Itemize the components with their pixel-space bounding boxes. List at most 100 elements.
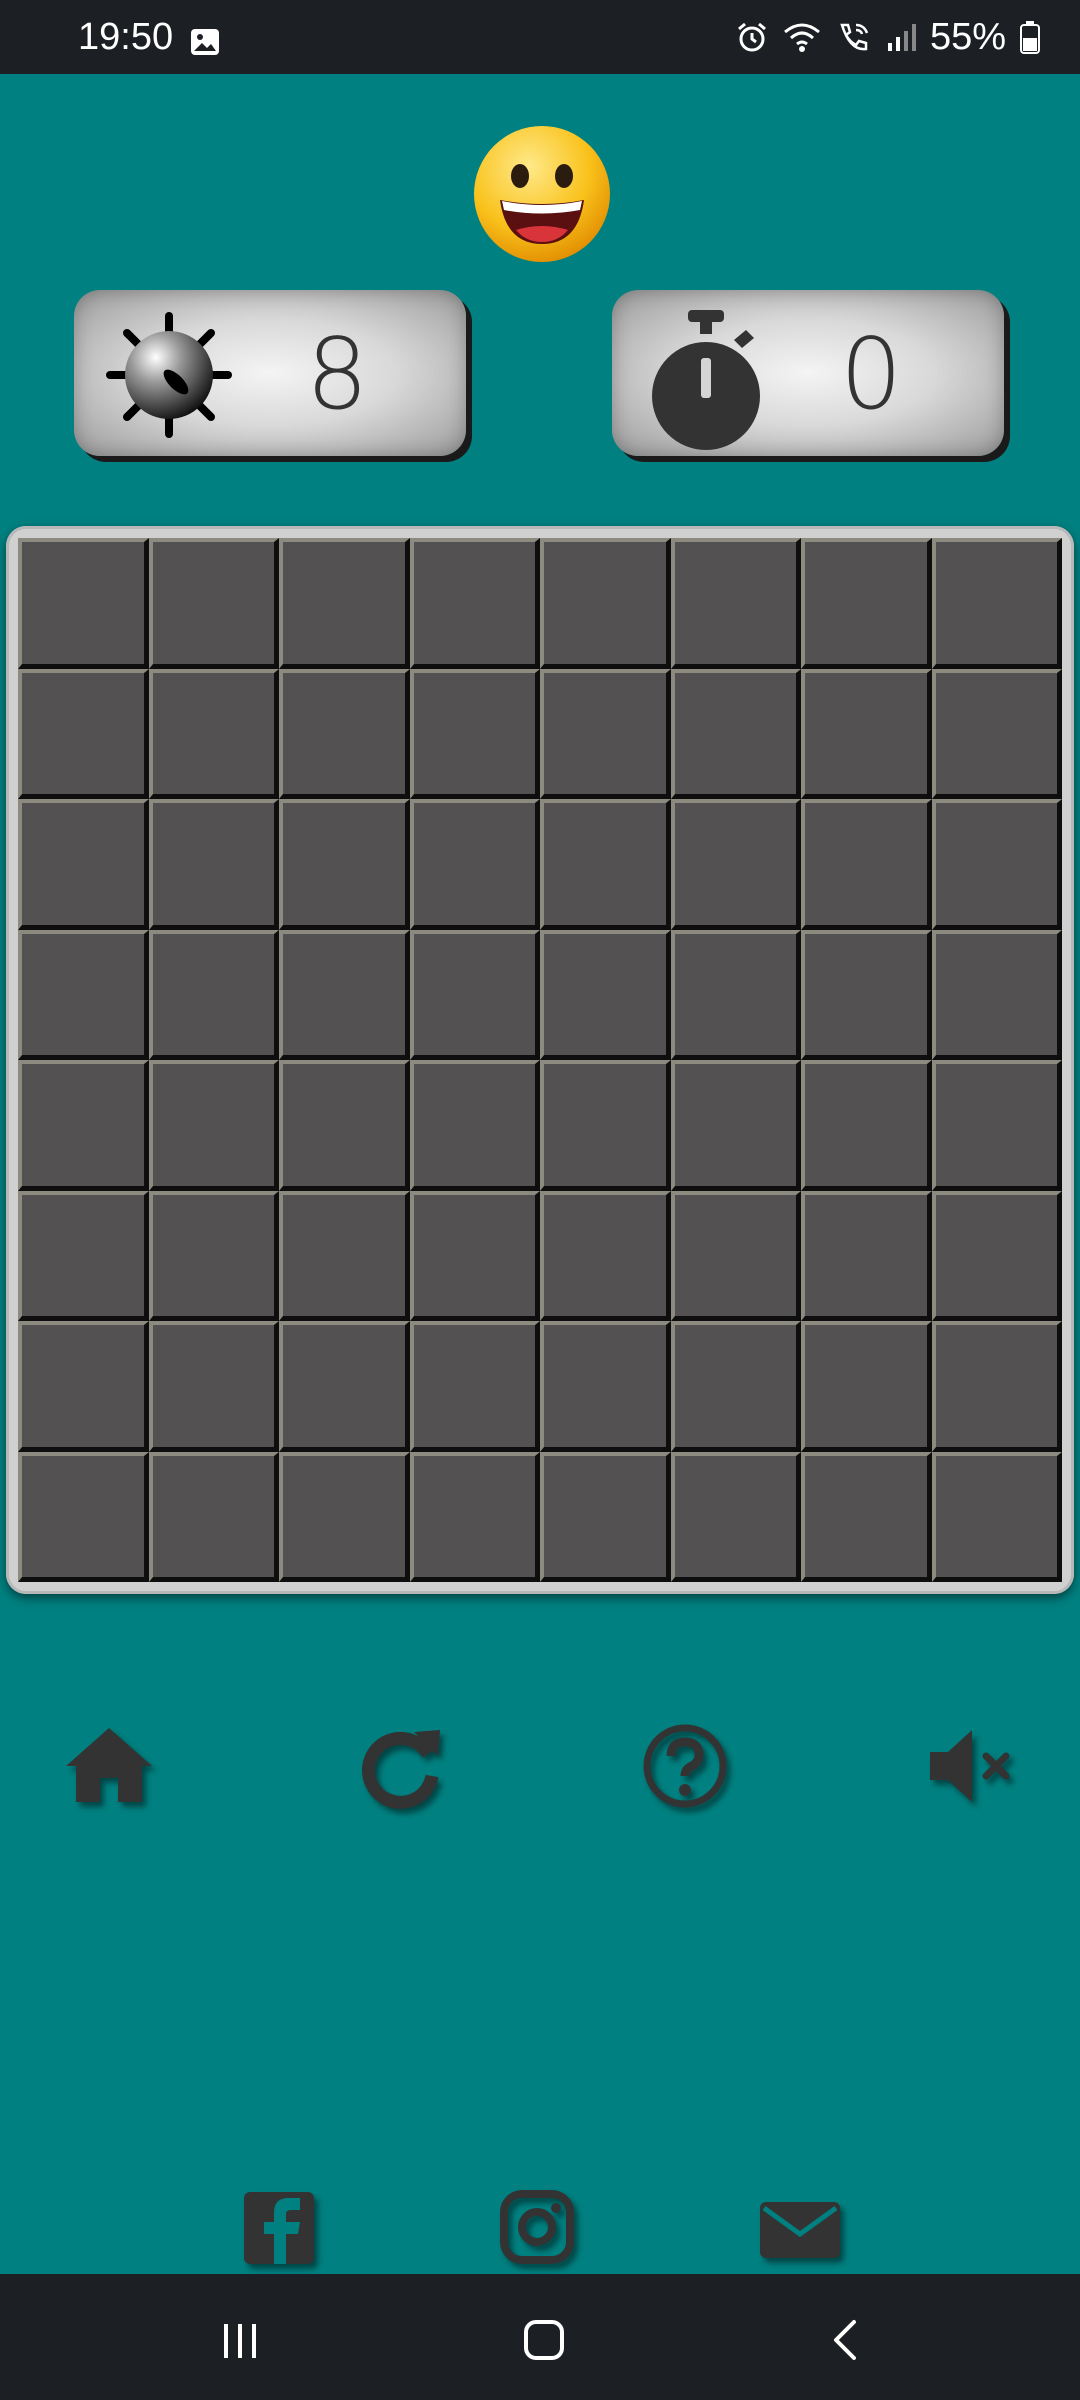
- minefield-cell[interactable]: [409, 1190, 540, 1321]
- mine-counter: 8: [74, 290, 466, 456]
- minefield-cell[interactable]: [670, 1451, 801, 1582]
- minefield-cell[interactable]: [540, 1451, 671, 1582]
- mine-count: 8: [306, 318, 371, 432]
- minefield-cell[interactable]: [931, 1321, 1062, 1452]
- minefield-grid: [18, 538, 1062, 1582]
- minefield-cell[interactable]: [931, 799, 1062, 930]
- minefield-cell[interactable]: [279, 1451, 410, 1582]
- sound-muted-icon: [930, 1730, 1010, 1802]
- minefield-cell[interactable]: [18, 1321, 149, 1452]
- status-bar: 19:50 55%: [0, 0, 1080, 74]
- instagram-icon: [500, 2190, 574, 2264]
- wifi-calling-icon: [840, 23, 869, 51]
- minefield-cell[interactable]: [540, 799, 671, 930]
- alarm-icon: [737, 22, 766, 52]
- recent-apps-icon[interactable]: [210, 2310, 270, 2370]
- minefield-cell[interactable]: [279, 1060, 410, 1191]
- minefield-cell[interactable]: [540, 1321, 671, 1452]
- control-bar: [0, 1710, 1080, 1820]
- minefield-cell[interactable]: [670, 1060, 801, 1191]
- minefield-cell[interactable]: [148, 538, 279, 669]
- minefield-cell[interactable]: [148, 1190, 279, 1321]
- minefield-cell[interactable]: [931, 668, 1062, 799]
- minefield-cell[interactable]: [409, 668, 540, 799]
- minefield-cell[interactable]: [540, 929, 671, 1060]
- help-icon: [643, 1724, 727, 1808]
- help-button[interactable]: [630, 1710, 740, 1820]
- email-icon: [760, 2202, 840, 2258]
- minefield-cell[interactable]: [540, 1190, 671, 1321]
- minefield-cell[interactable]: [279, 1190, 410, 1321]
- minefield-cell[interactable]: [18, 929, 149, 1060]
- minefield-cell[interactable]: [279, 668, 410, 799]
- minefield-cell[interactable]: [801, 1190, 932, 1321]
- minefield-cell[interactable]: [931, 1060, 1062, 1191]
- battery-icon: [1020, 21, 1040, 54]
- minefield-cell[interactable]: [18, 1060, 149, 1191]
- minefield-cell[interactable]: [801, 668, 932, 799]
- sound-toggle-button[interactable]: [920, 1710, 1030, 1820]
- facebook-button[interactable]: [238, 2188, 322, 2272]
- minefield-cell[interactable]: [148, 668, 279, 799]
- minefield-cell[interactable]: [540, 1060, 671, 1191]
- status-icons: 55%: [736, 12, 1040, 62]
- minefield-cell[interactable]: [409, 929, 540, 1060]
- gallery-icon: [191, 29, 219, 55]
- minefield-cell[interactable]: [931, 929, 1062, 1060]
- minefield-cell[interactable]: [801, 1451, 932, 1582]
- timer-display: 0: [612, 290, 1004, 456]
- minefield-cell[interactable]: [279, 799, 410, 930]
- minefield-cell[interactable]: [409, 538, 540, 669]
- minefield-cell[interactable]: [801, 538, 932, 669]
- minefield-cell[interactable]: [409, 799, 540, 930]
- smiley-face-button[interactable]: [470, 122, 614, 266]
- home-nav-icon[interactable]: [514, 2310, 574, 2370]
- minefield-cell[interactable]: [540, 538, 671, 669]
- minefield-board: [6, 526, 1074, 1594]
- minefield-cell[interactable]: [931, 538, 1062, 669]
- minefield-cell[interactable]: [670, 1321, 801, 1452]
- minefield-cell[interactable]: [148, 1451, 279, 1582]
- minefield-cell[interactable]: [148, 929, 279, 1060]
- minefield-cell[interactable]: [540, 668, 671, 799]
- minefield-cell[interactable]: [148, 1321, 279, 1452]
- minefield-cell[interactable]: [670, 929, 801, 1060]
- minefield-cell[interactable]: [18, 538, 149, 669]
- mine-icon: [106, 312, 232, 438]
- minefield-cell[interactable]: [409, 1321, 540, 1452]
- minefield-cell[interactable]: [670, 799, 801, 930]
- minefield-cell[interactable]: [670, 1190, 801, 1321]
- minefield-cell[interactable]: [18, 668, 149, 799]
- status-time: 19:50: [78, 16, 174, 58]
- minefield-cell[interactable]: [279, 538, 410, 669]
- minefield-cell[interactable]: [279, 1321, 410, 1452]
- back-icon[interactable]: [816, 2310, 876, 2370]
- system-nav-bar: [0, 2274, 1080, 2400]
- minefield-cell[interactable]: [670, 538, 801, 669]
- minefield-cell[interactable]: [801, 799, 932, 930]
- home-button[interactable]: [54, 1710, 164, 1820]
- minefield-cell[interactable]: [409, 1060, 540, 1191]
- minefield-cell[interactable]: [18, 799, 149, 930]
- wifi-icon: [783, 23, 820, 52]
- battery-percent: 55%: [929, 15, 1006, 58]
- minefield-cell[interactable]: [279, 929, 410, 1060]
- instagram-button[interactable]: [496, 2188, 580, 2272]
- restart-button[interactable]: [346, 1710, 456, 1820]
- minefield-cell[interactable]: [801, 1060, 932, 1191]
- minefield-cell[interactable]: [148, 799, 279, 930]
- restart-icon: [362, 1730, 440, 1809]
- minefield-cell[interactable]: [18, 1451, 149, 1582]
- email-button[interactable]: [756, 2188, 840, 2272]
- timer-value: 0: [840, 318, 905, 432]
- minefield-cell[interactable]: [409, 1451, 540, 1582]
- minefield-cell[interactable]: [148, 1060, 279, 1191]
- minefield-cell[interactable]: [931, 1451, 1062, 1582]
- minefield-cell[interactable]: [801, 1321, 932, 1452]
- facebook-icon: [244, 2192, 314, 2264]
- minefield-cell[interactable]: [18, 1190, 149, 1321]
- minefield-cell[interactable]: [931, 1190, 1062, 1321]
- minefield-cell[interactable]: [801, 929, 932, 1060]
- minefield-cell[interactable]: [670, 668, 801, 799]
- home-icon: [66, 1728, 152, 1802]
